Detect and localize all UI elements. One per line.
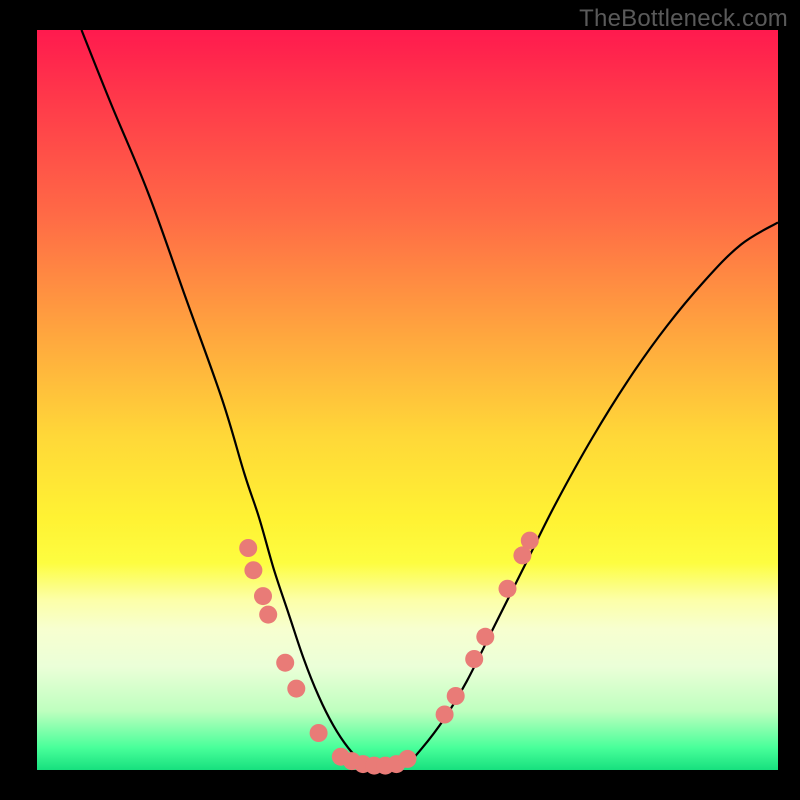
- data-point: [259, 606, 277, 624]
- chart-frame: TheBottleneck.com: [0, 0, 800, 800]
- data-points: [239, 532, 539, 775]
- data-point: [436, 706, 454, 724]
- data-point: [521, 532, 539, 550]
- data-point: [447, 687, 465, 705]
- data-point: [276, 654, 294, 672]
- data-point: [239, 539, 257, 557]
- data-point: [499, 580, 517, 598]
- data-point: [465, 650, 483, 668]
- data-point: [244, 561, 262, 579]
- curve-svg: [37, 30, 778, 770]
- data-point: [476, 628, 494, 646]
- plot-area: [37, 30, 778, 770]
- data-point: [399, 750, 417, 768]
- bottleneck-curve: [82, 30, 779, 767]
- data-point: [310, 724, 328, 742]
- data-point: [287, 680, 305, 698]
- data-point: [254, 587, 272, 605]
- watermark-text: TheBottleneck.com: [579, 5, 788, 33]
